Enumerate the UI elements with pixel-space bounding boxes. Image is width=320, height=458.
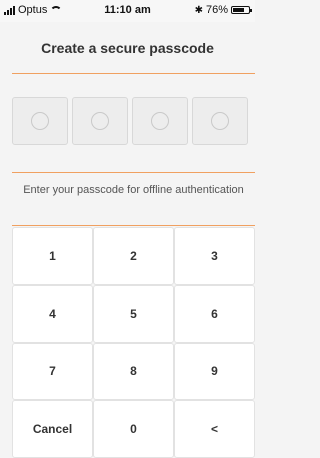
instruction-text: Enter your passcode for offline authenti… bbox=[23, 184, 244, 196]
key-7[interactable]: 7 bbox=[12, 342, 93, 401]
page-title: Create a secure passcode bbox=[41, 40, 214, 56]
key-9[interactable]: 9 bbox=[174, 342, 255, 401]
divider bbox=[12, 73, 255, 74]
key-8[interactable]: 8 bbox=[93, 342, 174, 401]
passcode-boxes bbox=[12, 97, 248, 145]
key-0[interactable]: 0 bbox=[93, 400, 174, 458]
empty-circle-icon bbox=[91, 112, 109, 130]
passcode-slot bbox=[12, 97, 68, 145]
status-right: ✱ 76% bbox=[194, 4, 252, 16]
passcode-slot bbox=[72, 97, 128, 145]
backspace-button[interactable]: < bbox=[174, 400, 255, 458]
empty-circle-icon bbox=[211, 112, 229, 130]
key-6[interactable]: 6 bbox=[174, 284, 255, 343]
key-5[interactable]: 5 bbox=[93, 284, 174, 343]
passcode-slot bbox=[132, 97, 188, 145]
divider bbox=[12, 172, 255, 173]
key-1[interactable]: 1 bbox=[12, 227, 93, 285]
bluetooth-icon: ✱ bbox=[194, 4, 203, 16]
cancel-button[interactable]: Cancel bbox=[12, 400, 93, 458]
passcode-slot bbox=[192, 97, 248, 145]
empty-circle-icon bbox=[31, 112, 49, 130]
battery-icon bbox=[231, 6, 252, 14]
key-2[interactable]: 2 bbox=[93, 227, 174, 285]
divider bbox=[12, 225, 255, 226]
key-4[interactable]: 4 bbox=[12, 284, 93, 343]
empty-circle-icon bbox=[151, 112, 169, 130]
key-3[interactable]: 3 bbox=[174, 227, 255, 285]
battery-percent: 76% bbox=[205, 4, 228, 16]
keypad: 1 2 3 4 5 6 7 8 9 Cancel 0 < bbox=[12, 227, 255, 458]
status-bar: Optus 11:10 am ✱ 76% bbox=[0, 0, 255, 22]
